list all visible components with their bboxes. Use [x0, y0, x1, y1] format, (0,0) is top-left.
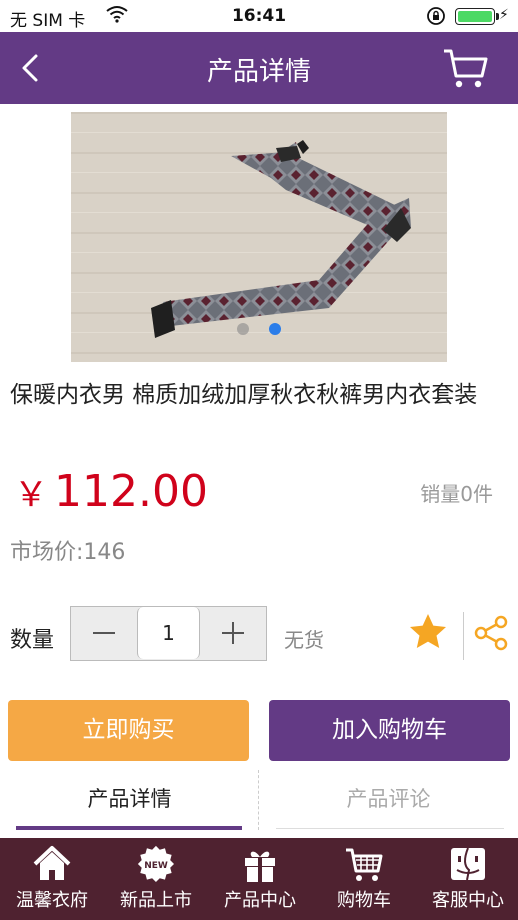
bottom-nav-label: 产品中心	[224, 890, 296, 911]
active-tab-indicator	[16, 826, 242, 830]
new-badge-icon: NEW	[137, 845, 174, 882]
bottom-nav-products[interactable]: 产品中心	[208, 838, 312, 920]
status-bar: 无 SIM 卡 16:41 ⚡	[0, 0, 518, 32]
bottom-nav: 温馨衣府 NEW 新品上市 产品中心 购物车 客服中心	[0, 838, 518, 920]
quantity-label: 数量	[10, 628, 55, 653]
increment-button[interactable]	[200, 607, 266, 659]
add-to-cart-button[interactable]: 加入购物车	[269, 700, 510, 761]
tab-product-reviews[interactable]: 产品评论	[259, 768, 518, 834]
svg-text:NEW: NEW	[144, 861, 168, 871]
nav-bar: 产品详情	[0, 32, 518, 104]
battery-icon	[455, 8, 495, 25]
gift-icon	[245, 851, 275, 882]
action-divider	[463, 612, 464, 660]
quantity-input[interactable]: 1	[137, 607, 200, 659]
carousel-indicator	[71, 320, 447, 339]
cart-icon	[346, 848, 383, 881]
market-price: 市场价:146	[10, 540, 126, 565]
tab-product-details[interactable]: 产品详情	[0, 768, 259, 834]
home-icon	[33, 846, 71, 880]
bottom-nav-new[interactable]: NEW 新品上市	[104, 838, 208, 920]
product-price: ￥ 112.00	[14, 466, 208, 517]
charging-icon: ⚡	[499, 7, 509, 23]
carousel-dot[interactable]	[237, 323, 249, 335]
bottom-nav-label: 新品上市	[120, 890, 192, 911]
product-image-carousel[interactable]	[71, 112, 447, 362]
stock-status: 无货	[284, 628, 324, 652]
bottom-nav-label: 温馨衣府	[16, 890, 88, 911]
price-value: 112.00	[54, 466, 208, 517]
battery-fill	[458, 11, 492, 22]
decrement-button[interactable]	[71, 607, 137, 659]
rotation-lock-icon	[427, 7, 445, 25]
cart-icon[interactable]	[440, 46, 490, 90]
finder-face-icon	[451, 847, 485, 881]
sales-count: 销量0件	[420, 482, 493, 506]
tab-separator	[258, 770, 259, 830]
bottom-nav-service[interactable]: 客服中心	[416, 838, 518, 920]
bottom-nav-label: 购物车	[337, 890, 391, 911]
quantity-stepper: 1	[70, 606, 267, 661]
favorite-star-icon[interactable]	[408, 612, 448, 652]
bottom-nav-cart[interactable]: 购物车	[312, 838, 416, 920]
bottom-nav-label: 客服中心	[432, 890, 504, 911]
currency-symbol: ￥	[14, 475, 48, 515]
product-title: 保暖内衣男 棉质加绒加厚秋衣秋裤男内衣套装	[10, 382, 478, 408]
bottom-nav-home[interactable]: 温馨衣府	[0, 838, 104, 920]
inactive-tab-line	[276, 828, 504, 829]
carousel-dot-active[interactable]	[269, 323, 281, 335]
detail-tabs: 产品详情 产品评论	[0, 768, 518, 834]
share-icon[interactable]	[472, 614, 510, 652]
buy-now-button[interactable]: 立即购买	[8, 700, 249, 761]
